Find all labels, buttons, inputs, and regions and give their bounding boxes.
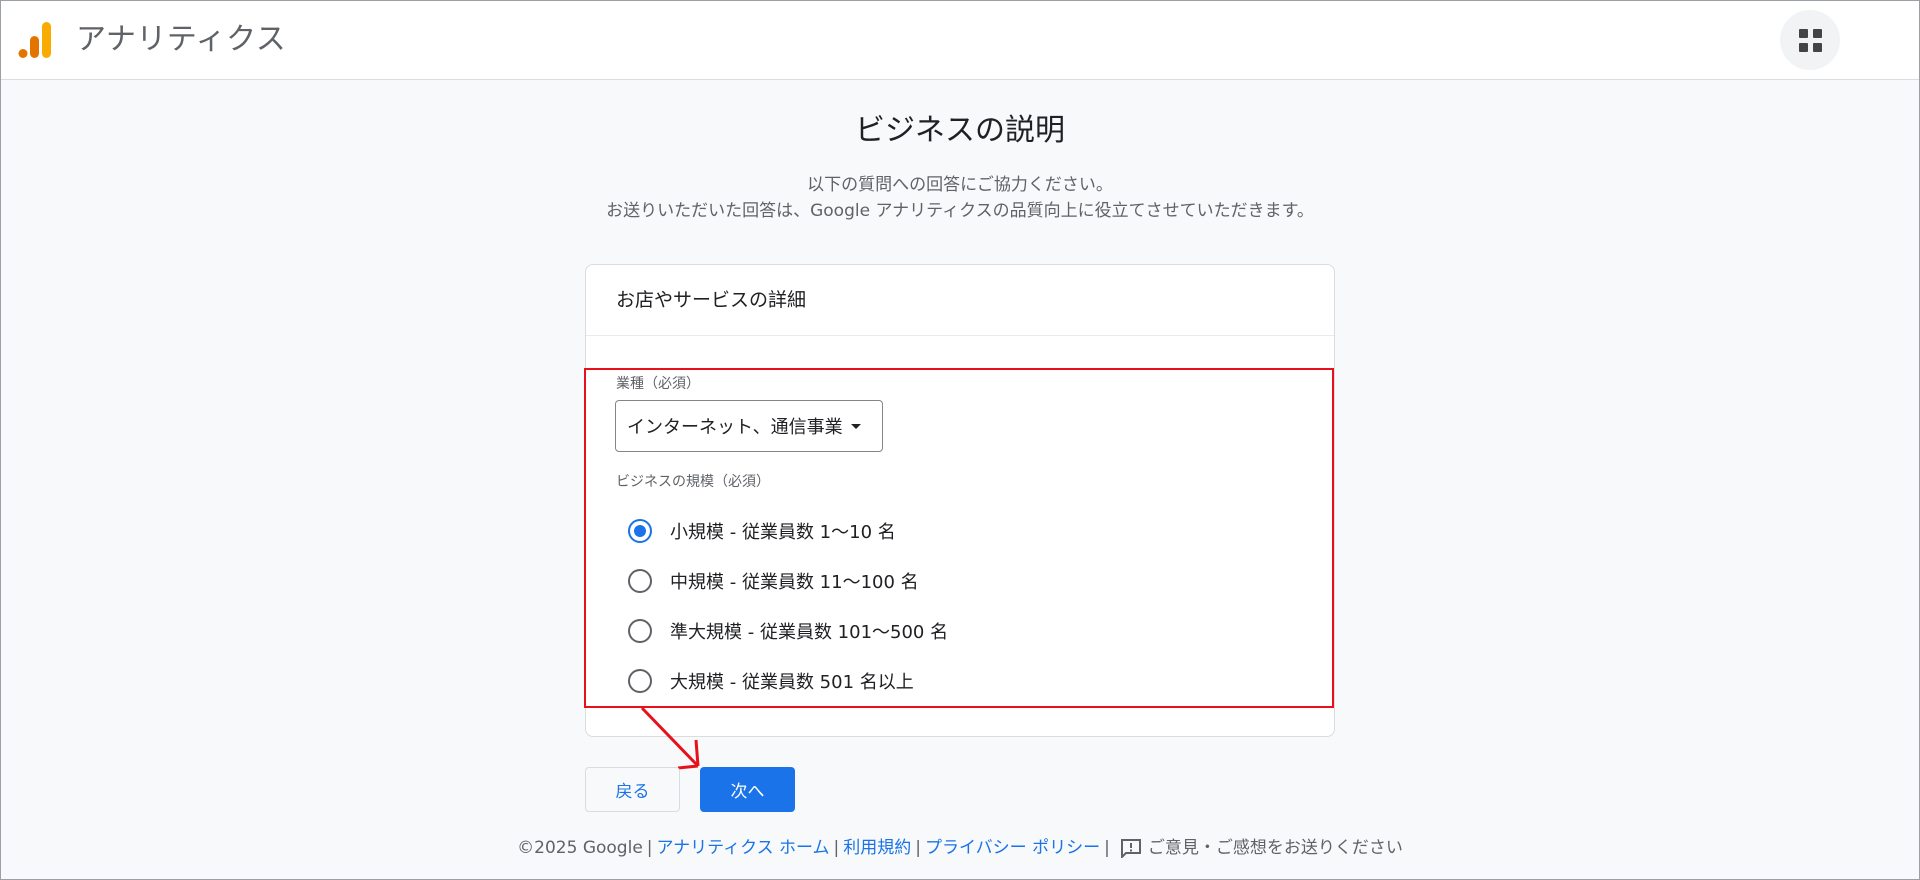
annotation-arrow-icon	[640, 706, 700, 770]
apps-grid-icon	[1798, 28, 1822, 52]
subtitle-line-2: お送りいただいた回答は、Google アナリティクスの品質向上に役立てさせていた…	[606, 201, 1314, 221]
app-header: アナリティクス	[0, 0, 1920, 80]
page-subtitle: 以下の質問への回答にご協力ください。 お送りいただいた回答は、Google アナ…	[0, 172, 1920, 224]
footer-separator: |	[833, 838, 840, 858]
card-title: お店やサービスの詳細	[586, 265, 1334, 336]
footer-separator: |	[646, 838, 653, 858]
terms-link[interactable]: 利用規約	[843, 836, 911, 860]
page-title: ビジネスの説明	[855, 113, 1065, 148]
copyright-text: ©2025 Google	[517, 838, 643, 858]
annotation-highlight-box	[584, 368, 1334, 708]
analytics-home-link[interactable]: アナリティクス ホーム	[657, 836, 830, 860]
privacy-policy-link[interactable]: プライバシー ポリシー	[925, 836, 1100, 860]
analytics-logo-icon[interactable]	[18, 20, 52, 60]
footer-separator: |	[1104, 838, 1110, 858]
feedback-link[interactable]: ご意見・ご感想をお送りください	[1148, 836, 1403, 860]
footer-separator: |	[915, 838, 922, 858]
feedback-icon[interactable]	[1120, 838, 1142, 858]
next-button[interactable]: 次へ	[700, 767, 795, 812]
apps-grid-button[interactable]	[1780, 10, 1840, 70]
footer: ©2025 Google | アナリティクス ホーム | 利用規約 | プライバ…	[0, 836, 1920, 860]
subtitle-line-1: 以下の質問への回答にご協力ください。	[807, 175, 1113, 195]
back-button[interactable]: 戻る	[585, 767, 680, 812]
app-title: アナリティクス	[76, 22, 287, 57]
